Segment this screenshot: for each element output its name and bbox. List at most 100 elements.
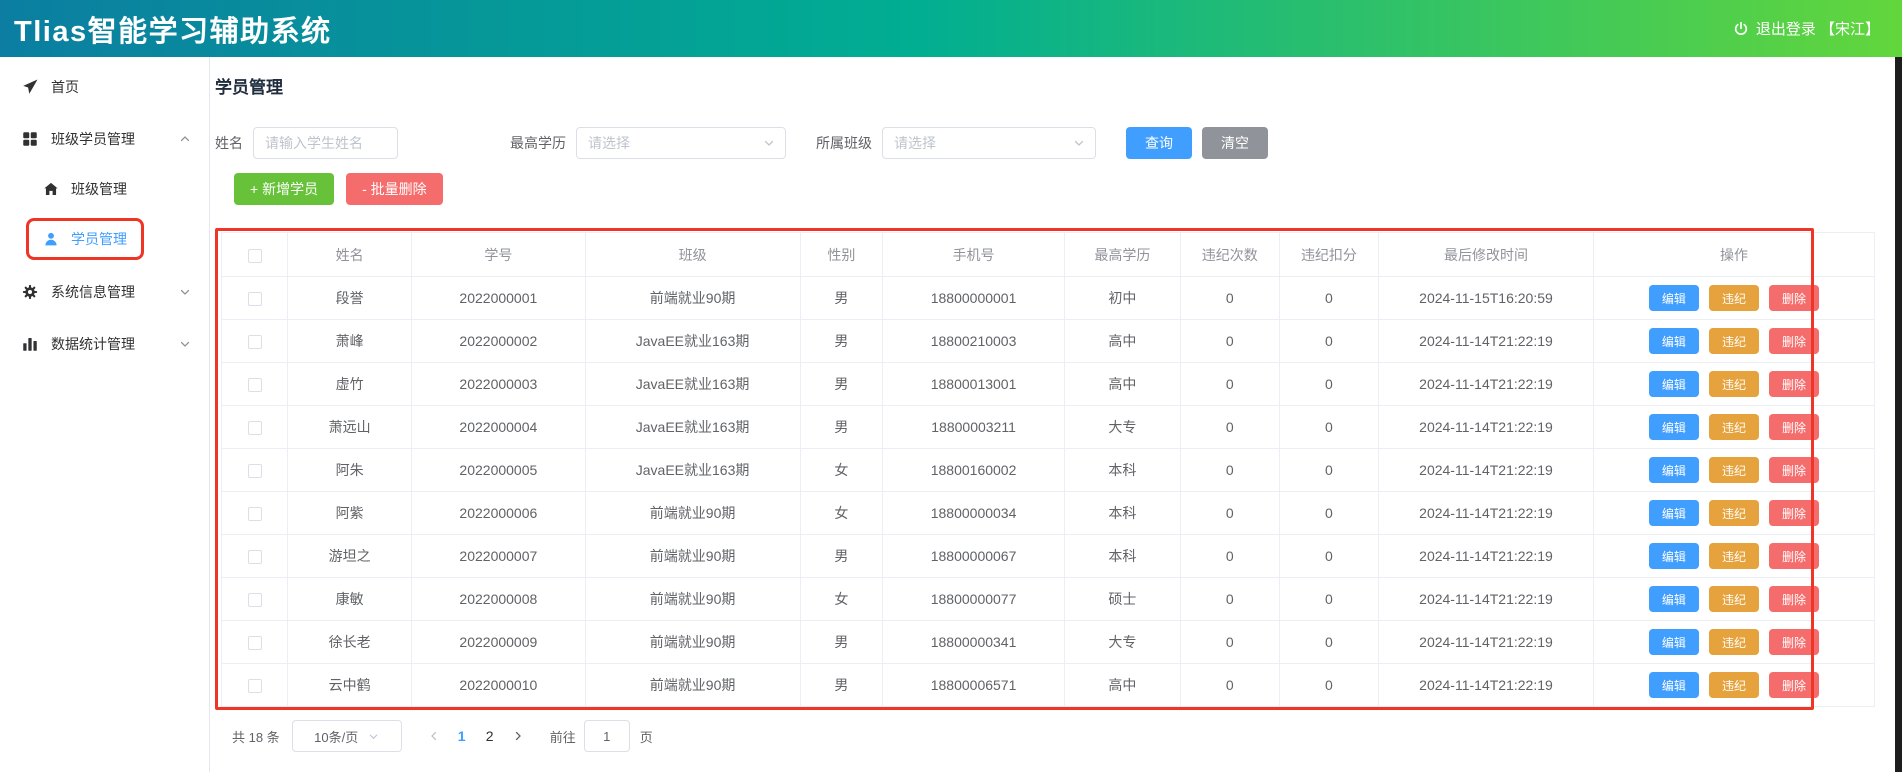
sidebar-item-label: 班级学员管理 xyxy=(51,131,135,147)
row-checkbox[interactable] xyxy=(247,636,262,651)
table-row: 萧远山 2022000004 JavaEE就业163期 男 1880000321… xyxy=(220,405,1876,449)
edit-button[interactable]: 编辑 xyxy=(1648,457,1699,483)
row-checkbox[interactable] xyxy=(247,593,262,608)
cell-phone: 18800000077 xyxy=(882,577,1065,621)
column-header: 姓名 xyxy=(287,232,413,277)
delete-button[interactable]: 删除 xyxy=(1768,328,1819,354)
sidebar-item-label: 班级管理 xyxy=(71,180,127,197)
cell-class: 前端就业90期 xyxy=(584,620,801,664)
clazz-filter-label: 所属班级 xyxy=(816,135,872,151)
cell-name: 萧峰 xyxy=(287,319,413,363)
violation-button[interactable]: 违纪 xyxy=(1708,586,1759,612)
violation-button[interactable]: 违纪 xyxy=(1708,285,1759,311)
goto-page-input[interactable] xyxy=(583,720,630,752)
edit-button[interactable]: 编辑 xyxy=(1648,285,1699,311)
delete-button[interactable]: 删除 xyxy=(1768,457,1819,483)
delete-button[interactable]: 删除 xyxy=(1768,371,1819,397)
delete-button[interactable]: 删除 xyxy=(1768,500,1819,526)
page-size-select[interactable]: 10条/页 xyxy=(291,720,402,752)
row-checkbox[interactable] xyxy=(247,464,262,479)
violation-button[interactable]: 违纪 xyxy=(1708,629,1759,655)
cell-student-no: 2022000007 xyxy=(411,534,586,578)
cell-last-modified: 2024-11-14T21:22:19 xyxy=(1378,577,1594,621)
violation-button[interactable]: 违纪 xyxy=(1708,414,1759,440)
logout-button[interactable]: 退出登录 【宋江】 xyxy=(1733,18,1880,39)
pagination-total: 共 18 条 xyxy=(232,729,280,745)
app-header: Tlias智能学习辅助系统 退出登录 【宋江】 xyxy=(0,0,1902,57)
cell-name: 云中鹤 xyxy=(287,663,413,707)
clazz-select[interactable]: 请选择 xyxy=(882,127,1096,159)
page-button-1[interactable]: 1 xyxy=(448,728,476,744)
row-checkbox[interactable] xyxy=(247,421,262,436)
clazz-select-placeholder: 请选择 xyxy=(894,135,936,151)
cell-name: 游坦之 xyxy=(287,534,413,578)
edit-button[interactable]: 编辑 xyxy=(1648,672,1699,698)
violation-button[interactable]: 违纪 xyxy=(1708,457,1759,483)
clear-button[interactable]: 清空 xyxy=(1202,127,1268,159)
student-table: 姓名 学号 班级 性别 手机号 最高学历 违纪次数 违纪扣分 最后修改时间 操作 段誉 20220… xyxy=(220,232,1876,707)
delete-button[interactable]: 删除 xyxy=(1768,414,1819,440)
sidebar-item-system-info-mgmt[interactable]: 系统信息管理 xyxy=(0,266,209,318)
cell-degree: 本科 xyxy=(1063,491,1181,535)
violation-button[interactable]: 违纪 xyxy=(1708,672,1759,698)
violation-button[interactable]: 违纪 xyxy=(1708,500,1759,526)
chevron-down-icon xyxy=(763,137,775,149)
cell-gender: 男 xyxy=(799,663,884,707)
row-checkbox[interactable] xyxy=(247,550,262,565)
cell-last-modified: 2024-11-14T21:22:19 xyxy=(1378,405,1594,449)
sidebar: 首页 班级学员管理 班级管理 学员管理 系统信息管理 数据统计管理 xyxy=(0,57,210,772)
cell-violation-score: 0 xyxy=(1278,319,1380,363)
delete-button[interactable]: 删除 xyxy=(1768,586,1819,612)
name-input[interactable] xyxy=(253,127,398,159)
add-student-button[interactable]: + 新增学员 xyxy=(234,173,335,205)
send-icon xyxy=(21,78,39,96)
delete-button[interactable]: 删除 xyxy=(1768,543,1819,569)
prev-page-button[interactable] xyxy=(420,730,448,742)
cell-degree: 大专 xyxy=(1063,620,1181,664)
row-checkbox[interactable] xyxy=(247,292,262,307)
violation-button[interactable]: 违纪 xyxy=(1708,543,1759,569)
row-checkbox[interactable] xyxy=(247,679,262,694)
cell-violation-count: 0 xyxy=(1179,663,1280,707)
cell-phone: 18800210003 xyxy=(882,319,1065,363)
sidebar-item-student-mgmt[interactable]: 学员管理 xyxy=(0,212,209,266)
edit-button[interactable]: 编辑 xyxy=(1648,500,1699,526)
scrollbar[interactable] xyxy=(1895,57,1902,772)
edit-button[interactable]: 编辑 xyxy=(1648,586,1699,612)
row-checkbox[interactable] xyxy=(247,378,262,393)
edit-button[interactable]: 编辑 xyxy=(1648,543,1699,569)
cell-student-no: 2022000006 xyxy=(411,491,586,535)
batch-delete-button[interactable]: - 批量删除 xyxy=(346,173,443,205)
table-row: 阿朱 2022000005 JavaEE就业163期 女 18800160002… xyxy=(220,448,1876,492)
sidebar-item-data-statistics-mgmt[interactable]: 数据统计管理 xyxy=(0,318,209,370)
cell-violation-score: 0 xyxy=(1278,491,1380,535)
cell-gender: 女 xyxy=(799,448,884,492)
edit-button[interactable]: 编辑 xyxy=(1648,371,1699,397)
row-checkbox[interactable] xyxy=(247,507,262,522)
sidebar-item-label: 数据统计管理 xyxy=(51,336,135,352)
delete-button[interactable]: 删除 xyxy=(1768,285,1819,311)
violation-button[interactable]: 违纪 xyxy=(1708,371,1759,397)
cell-degree: 大专 xyxy=(1063,405,1181,449)
row-checkbox[interactable] xyxy=(247,335,262,350)
delete-button[interactable]: 删除 xyxy=(1768,629,1819,655)
edit-button[interactable]: 编辑 xyxy=(1648,414,1699,440)
violation-button[interactable]: 违纪 xyxy=(1708,328,1759,354)
cell-class: JavaEE就业163期 xyxy=(584,405,801,449)
edit-button[interactable]: 编辑 xyxy=(1648,328,1699,354)
edit-button[interactable]: 编辑 xyxy=(1648,629,1699,655)
select-all-checkbox[interactable] xyxy=(247,248,262,263)
next-page-button[interactable] xyxy=(504,730,532,742)
cell-degree: 硕士 xyxy=(1063,577,1181,621)
column-header: 违纪扣分 xyxy=(1278,232,1380,277)
cell-degree: 高中 xyxy=(1063,319,1181,363)
degree-select[interactable]: 请选择 xyxy=(576,127,786,159)
sidebar-item-class-mgmt[interactable]: 班级管理 xyxy=(0,165,209,212)
delete-button[interactable]: 删除 xyxy=(1768,672,1819,698)
sidebar-item-home[interactable]: 首页 xyxy=(0,61,209,113)
cell-student-no: 2022000004 xyxy=(411,405,586,449)
page-button-2[interactable]: 2 xyxy=(476,728,504,744)
chevron-down-icon xyxy=(368,731,379,742)
search-button[interactable]: 查询 xyxy=(1126,127,1192,159)
sidebar-item-class-student-mgmt[interactable]: 班级学员管理 xyxy=(0,113,209,165)
